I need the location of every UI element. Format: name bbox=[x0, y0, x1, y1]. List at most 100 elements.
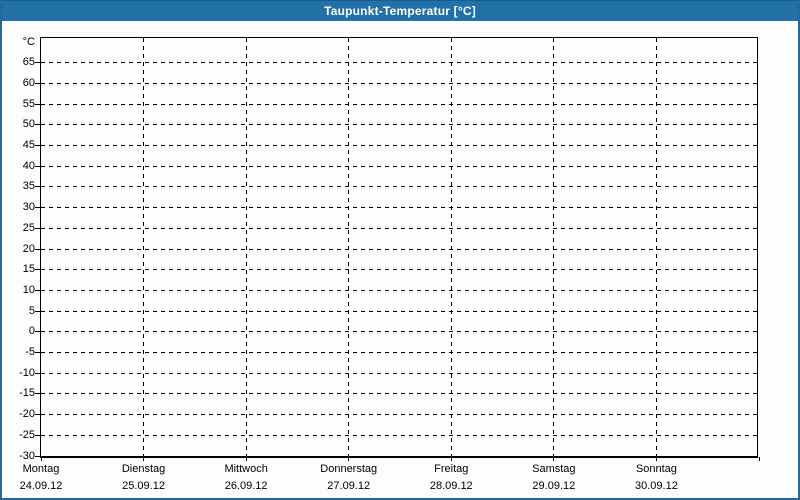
titlebar[interactable]: Taupunkt-Temperatur [°C] bbox=[2, 0, 798, 21]
y-axis-tick bbox=[35, 227, 40, 229]
x-gridline bbox=[245, 38, 247, 456]
y-tick-label: -15 bbox=[19, 387, 35, 400]
y-tick-label: -30 bbox=[19, 449, 35, 462]
x-day-name: Sonntag bbox=[635, 463, 677, 475]
x-axis-tick bbox=[348, 457, 350, 461]
app-window: Taupunkt-Temperatur [°C] °C 65 60 55 50 45 40… bbox=[0, 0, 800, 500]
y-tick-label: -25 bbox=[19, 428, 35, 441]
x-day-name: Dienstag bbox=[121, 463, 166, 475]
x-day-label: Donnerstag 27.09.12 bbox=[294, 462, 404, 493]
y-axis-tick bbox=[35, 269, 40, 271]
x-axis-tick bbox=[143, 457, 145, 461]
y-tick-label: -20 bbox=[19, 408, 35, 421]
y-gridline bbox=[41, 372, 757, 374]
y-gridline bbox=[41, 62, 757, 64]
x-axis-tick bbox=[553, 457, 555, 461]
x-day-date: 28.09.12 bbox=[429, 480, 473, 492]
chart-container: °C 65 60 55 50 45 40 35 30 25 20 15 10 5 0 -5 -10 -15 -20… bbox=[2, 21, 798, 498]
y-gridline bbox=[41, 331, 757, 333]
x-day-label: Freitag 28.09.12 bbox=[396, 462, 506, 493]
y-axis-tick bbox=[35, 455, 40, 457]
y-axis-tick bbox=[35, 145, 40, 147]
x-day-name: Montag bbox=[22, 463, 60, 475]
y-tick-label: 0 bbox=[28, 325, 35, 338]
x-day-date: 30.09.12 bbox=[635, 480, 678, 492]
x-day-name: Donnerstag bbox=[320, 463, 378, 475]
y-tick-label: 50 bbox=[22, 118, 35, 131]
y-tick-label: 65 bbox=[22, 56, 35, 69]
x-day-date: 25.09.12 bbox=[122, 480, 165, 492]
y-axis-tick bbox=[35, 207, 40, 209]
y-gridline bbox=[41, 310, 757, 312]
x-day-name: Mittwoch bbox=[224, 463, 268, 475]
y-axis-tick bbox=[35, 186, 40, 188]
y-gridline bbox=[41, 186, 757, 188]
y-gridline bbox=[41, 414, 757, 416]
y-axis-tick bbox=[35, 165, 40, 167]
y-tick-label: 15 bbox=[22, 263, 35, 276]
y-gridline bbox=[41, 434, 757, 436]
x-axis-tick bbox=[758, 457, 760, 461]
y-tick-label: 60 bbox=[22, 77, 35, 90]
y-gridline bbox=[41, 207, 757, 209]
y-axis-tick bbox=[35, 124, 40, 126]
y-tick-label: 10 bbox=[22, 283, 35, 296]
y-gridline bbox=[41, 248, 757, 250]
y-gridline bbox=[41, 393, 757, 395]
y-tick-label: 25 bbox=[22, 221, 35, 234]
x-gridline bbox=[450, 38, 452, 456]
y-tick-label: -5 bbox=[25, 346, 35, 359]
y-axis-tick bbox=[35, 103, 40, 105]
x-axis-tick bbox=[245, 457, 247, 461]
y-axis-tick bbox=[35, 393, 40, 395]
y-tick-label: 35 bbox=[22, 180, 35, 193]
x-day-date: 29.09.12 bbox=[532, 480, 576, 492]
y-gridline bbox=[41, 269, 757, 271]
y-gridline bbox=[41, 83, 757, 85]
x-day-name: Freitag bbox=[434, 463, 469, 475]
y-tick-label: 45 bbox=[22, 139, 35, 152]
y-axis-tick bbox=[35, 352, 40, 354]
y-tick-label: 30 bbox=[22, 201, 35, 214]
y-gridline bbox=[41, 227, 757, 229]
plot-area: °C 65 60 55 50 45 40 35 30 25 20 15 10 5 0 -5 -10 -15 -20… bbox=[19, 36, 760, 492]
y-gridline bbox=[41, 165, 757, 167]
y-axis-tick bbox=[35, 331, 40, 333]
x-day-date: 27.09.12 bbox=[327, 480, 371, 492]
y-gridline bbox=[41, 289, 757, 291]
y-axis-tick bbox=[35, 62, 40, 64]
y-axis-tick bbox=[35, 434, 40, 436]
x-axis-tick bbox=[41, 457, 42, 461]
y-gridline bbox=[41, 103, 757, 105]
x-axis-tick bbox=[450, 457, 452, 461]
y-gridline bbox=[41, 352, 757, 354]
y-gridline bbox=[41, 145, 757, 147]
y-axis-tick bbox=[35, 372, 40, 374]
y-axis-tick bbox=[35, 310, 40, 312]
y-axis-tick bbox=[35, 83, 40, 85]
y-tick-label: 40 bbox=[22, 159, 35, 172]
y-gridline bbox=[41, 124, 757, 126]
y-axis-unit-label: °C bbox=[22, 36, 35, 48]
x-day-date: 24.09.12 bbox=[19, 480, 63, 492]
y-tick-label: 20 bbox=[22, 242, 35, 255]
y-tick-label: -10 bbox=[19, 366, 35, 379]
window-title: Taupunkt-Temperatur [°C] bbox=[324, 4, 476, 18]
x-day-label: Samstag 29.09.12 bbox=[499, 462, 609, 493]
x-gridline bbox=[348, 38, 350, 456]
y-axis-tick bbox=[35, 248, 40, 250]
x-gridline bbox=[553, 38, 555, 456]
x-day-label: Montag 24.09.12 bbox=[2, 462, 96, 493]
y-tick-label: 5 bbox=[28, 304, 35, 317]
x-day-name: Samstag bbox=[532, 463, 576, 475]
x-gridline bbox=[655, 38, 657, 456]
y-tick-label: 55 bbox=[22, 97, 35, 110]
x-axis-tick bbox=[655, 457, 657, 461]
y-axis-tick bbox=[35, 414, 40, 416]
x-day-date: 26.09.12 bbox=[224, 480, 268, 492]
x-day-label: Mittwoch 26.09.12 bbox=[191, 462, 301, 493]
x-day-label: Sonntag 30.09.12 bbox=[601, 462, 711, 493]
y-axis-tick bbox=[35, 289, 40, 291]
x-gridline bbox=[143, 38, 145, 456]
x-day-label: Dienstag 25.09.12 bbox=[89, 462, 199, 493]
